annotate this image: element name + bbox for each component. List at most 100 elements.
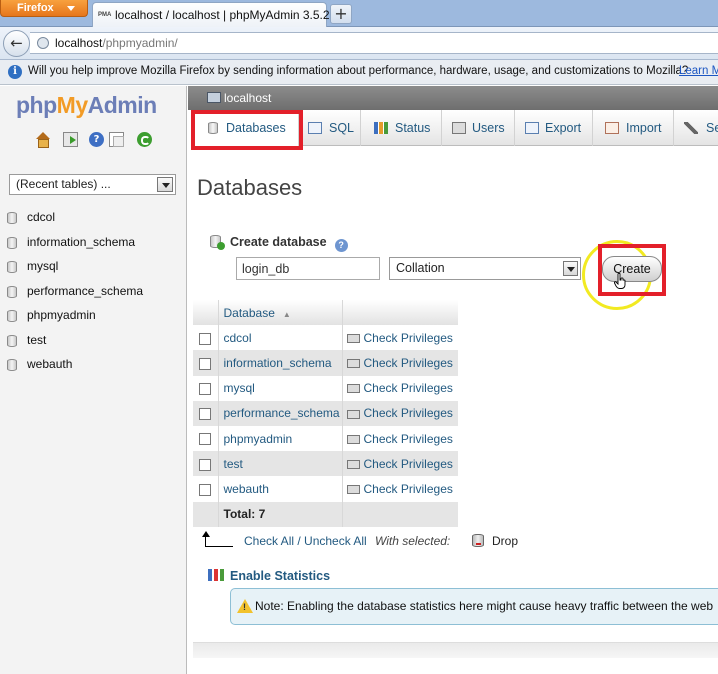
privileges-icon — [346, 460, 360, 470]
browser-tab-bar: Firefox PMA localhost / localhost | phpM… — [0, 0, 718, 27]
total-spacer-cell — [193, 501, 218, 527]
database-icon — [7, 285, 17, 298]
database-column-header[interactable]: Database ▲ — [217, 300, 342, 326]
recent-tables-select[interactable]: (Recent tables) ... — [9, 174, 176, 195]
recent-tables-value: (Recent tables) ... — [16, 177, 111, 191]
privileges-icon — [346, 334, 360, 344]
drop-button[interactable]: Drop — [472, 534, 518, 548]
navigation-pane: phpMyAdmin ? (Recent tables) ... cdcol i… — [0, 86, 187, 674]
chevron-down-icon[interactable] — [563, 261, 578, 276]
server-breadcrumb-bar: localhost — [188, 86, 718, 110]
database-cell: information_schema — [217, 350, 342, 376]
row-checkbox[interactable] — [199, 382, 212, 395]
check-privileges-link[interactable]: Check Privileges — [364, 432, 453, 446]
sidebar-database-item[interactable]: webauth — [0, 357, 186, 382]
url-bar[interactable]: localhost/phpmyadmin/ — [30, 32, 718, 54]
check-privileges-link[interactable]: Check Privileges — [364, 457, 453, 471]
total-empty-cell — [341, 501, 458, 527]
sidebar-database-item[interactable]: mysql — [0, 259, 186, 284]
with-selected-label: With selected: — [375, 534, 451, 548]
wrench-icon — [684, 122, 698, 134]
row-checkbox[interactable] — [199, 433, 212, 446]
collation-select[interactable]: Collation — [389, 257, 581, 280]
table-row: cdcol Check Privileges — [193, 325, 458, 351]
tab-status[interactable]: Status — [361, 110, 442, 146]
tab-sql[interactable]: SQL — [299, 110, 361, 146]
hand-cursor-icon — [614, 273, 626, 289]
database-link[interactable]: phpmyadmin — [224, 432, 293, 446]
tab-export[interactable]: Export — [515, 110, 593, 146]
help-icon[interactable]: ? — [334, 239, 348, 252]
drop-label: Drop — [492, 534, 519, 548]
check-privileges-link[interactable]: Check Privileges — [364, 406, 453, 420]
row-checkbox[interactable] — [199, 483, 212, 496]
sidebar-database-item[interactable]: information_schema — [0, 235, 186, 260]
database-icon — [7, 334, 17, 347]
check-all-link[interactable]: Check All / Uncheck All — [244, 534, 367, 548]
row-checkbox[interactable] — [199, 458, 212, 471]
database-icon — [7, 310, 17, 322]
privileges-icon — [346, 434, 360, 444]
notification-message: Will you help improve Mozilla Firefox by… — [28, 65, 689, 77]
check-privileges-link[interactable]: Check Privileges — [364, 356, 453, 370]
home-icon[interactable] — [35, 132, 50, 148]
main-pane: localhost Databases SQL Status Users Exp… — [188, 86, 718, 674]
row-checkbox-cell — [193, 476, 218, 502]
firefox-menu-button[interactable]: Firefox — [0, 0, 88, 17]
row-checkbox-cell — [193, 350, 218, 376]
database-cell: performance_schema — [217, 400, 342, 426]
row-checkbox-cell — [193, 325, 218, 351]
sidebar-database-item[interactable]: performance_schema — [0, 284, 186, 309]
learn-more-link[interactable]: Learn M — [679, 65, 718, 77]
users-icon — [452, 122, 466, 134]
help-icon[interactable]: ? — [89, 132, 104, 147]
add-database-icon — [210, 235, 225, 250]
row-checkbox-cell — [193, 425, 218, 452]
server-breadcrumb[interactable]: localhost — [224, 91, 271, 105]
database-icon — [7, 212, 17, 224]
documentation-icon[interactable] — [109, 132, 124, 147]
tab-sql-label: SQL — [329, 121, 355, 135]
new-tab-button[interactable]: + — [330, 4, 352, 24]
sidebar-database-item[interactable]: test — [0, 333, 186, 358]
check-privileges-link[interactable]: Check Privileges — [364, 482, 453, 496]
database-link[interactable]: information_schema — [224, 356, 332, 370]
sidebar-database-item[interactable]: phpmyadmin — [0, 308, 186, 333]
database-link[interactable]: test — [224, 457, 243, 471]
total-cell: Total: 7 — [217, 501, 342, 527]
enable-statistics-label: Enable Statistics — [230, 569, 331, 583]
reload-icon[interactable] — [137, 132, 152, 147]
drop-database-icon — [472, 534, 484, 547]
logout-icon[interactable] — [63, 132, 78, 147]
phpmyadmin-logo[interactable]: phpMyAdmin — [16, 92, 157, 119]
database-name-input[interactable] — [236, 257, 380, 280]
database-link[interactable]: mysql — [224, 381, 255, 395]
database-link[interactable]: cdcol — [224, 331, 252, 345]
row-checkbox[interactable] — [199, 408, 212, 421]
tab-users[interactable]: Users — [442, 110, 515, 146]
browser-tab[interactable]: PMA localhost / localhost | phpMyAdmin 3… — [92, 2, 330, 27]
table-row: webauth Check Privileges — [193, 476, 458, 502]
check-privileges-link[interactable]: Check Privileges — [364, 331, 453, 345]
databases-table: Database ▲ cdcol Check Privileges informa… — [193, 300, 458, 527]
check-privileges-link[interactable]: Check Privileges — [364, 381, 453, 395]
tab-settings-label: Se — [706, 121, 718, 135]
table-row: mysql Check Privileges — [193, 375, 458, 401]
database-link[interactable]: performance_schema — [224, 406, 340, 420]
privileges-icon — [346, 359, 360, 369]
row-checkbox[interactable] — [199, 357, 212, 370]
chevron-down-icon[interactable] — [157, 177, 173, 192]
database-cell: phpmyadmin — [217, 425, 342, 452]
sidebar-database-name: information_schema — [27, 234, 136, 249]
database-link[interactable]: webauth — [224, 482, 269, 496]
back-button[interactable]: ← — [3, 30, 30, 57]
sidebar-database-item[interactable]: cdcol — [0, 210, 186, 235]
row-checkbox[interactable] — [199, 332, 212, 345]
annotation-box-create — [598, 244, 666, 296]
enable-statistics-link[interactable]: Enable Statistics — [208, 569, 330, 583]
tab-settings[interactable]: Se — [674, 110, 718, 146]
tab-import[interactable]: Import — [593, 110, 674, 146]
statistics-chart-icon — [208, 569, 224, 581]
database-icon — [7, 236, 17, 249]
logo-admin: Admin — [87, 92, 158, 118]
